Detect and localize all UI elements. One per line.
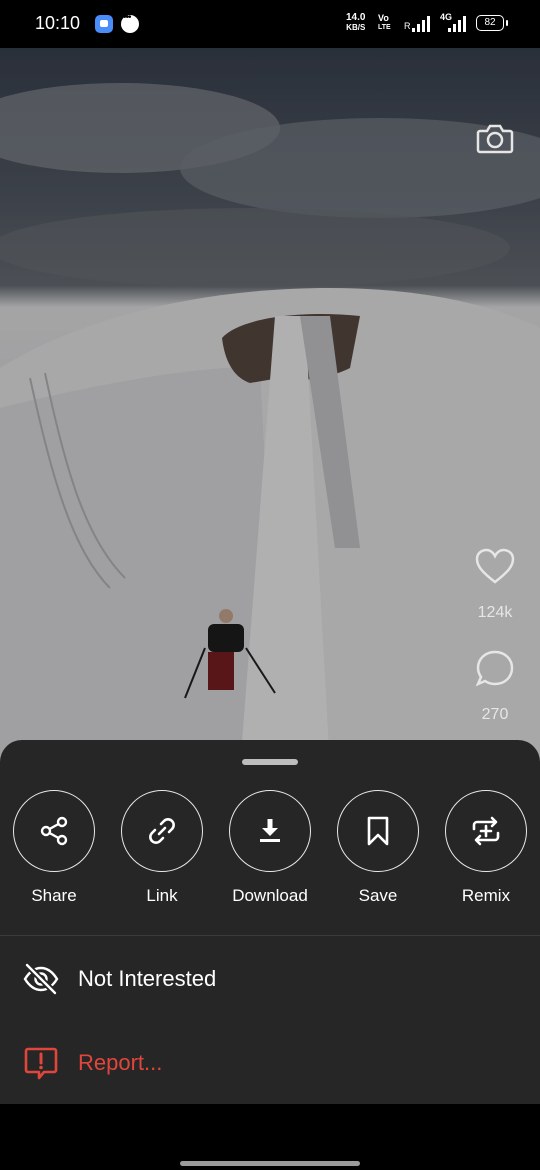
sheet-drag-handle[interactable] xyxy=(242,759,298,765)
network-speed-unit: KB/S xyxy=(346,23,366,32)
not-interested-option[interactable]: Not Interested xyxy=(0,948,540,1008)
chat-notification-icon xyxy=(121,12,139,33)
navigation-bar xyxy=(0,1104,540,1170)
download-label: Download xyxy=(232,886,308,905)
signal-icon-2 xyxy=(448,14,470,32)
share-icon xyxy=(40,816,68,846)
download-circle[interactable] xyxy=(229,790,311,872)
report-option[interactable]: Report... xyxy=(0,1032,540,1092)
remix-button[interactable]: Remix xyxy=(436,790,536,906)
volte-top: Vo xyxy=(378,13,389,23)
volte-indicator: Vo LTE xyxy=(378,14,391,32)
comment-bubble-icon[interactable] xyxy=(474,648,516,690)
link-icon xyxy=(149,818,175,844)
camera-icon[interactable] xyxy=(475,118,515,158)
video-player[interactable]: 124k 270 xyxy=(0,48,540,768)
link-button[interactable]: Link xyxy=(112,790,212,906)
volte-bottom: LTE xyxy=(378,24,391,31)
eye-slash-icon xyxy=(23,962,59,996)
remix-label: Remix xyxy=(461,886,511,905)
network-speed-value: 14.0 xyxy=(346,12,366,23)
save-label: Save xyxy=(358,886,398,905)
options-bottom-sheet: Share Link Download Save Remix Not Inter… xyxy=(0,740,540,1104)
status-time: 10:10 xyxy=(35,13,81,33)
download-icon xyxy=(260,819,280,842)
remix-icon xyxy=(472,816,500,846)
bookmark-icon xyxy=(367,816,389,846)
battery-icon: 82 xyxy=(476,15,508,31)
sheet-divider xyxy=(0,935,540,936)
messages-notification-icon xyxy=(95,15,113,33)
share-label: Share xyxy=(31,886,77,905)
share-button[interactable]: Share xyxy=(4,790,104,906)
roaming-indicator: R xyxy=(404,21,411,31)
remix-circle[interactable] xyxy=(445,790,527,872)
status-bar: 10:10 14.0 KB/S Vo LTE R 4G 82 xyxy=(0,0,540,48)
report-icon xyxy=(24,1047,58,1080)
home-indicator[interactable] xyxy=(180,1161,360,1166)
save-circle[interactable] xyxy=(337,790,419,872)
like-count: 124k xyxy=(477,604,513,621)
like-heart-icon[interactable] xyxy=(474,546,516,588)
report-label: Report... xyxy=(78,1050,163,1075)
share-circle[interactable] xyxy=(13,790,95,872)
download-button[interactable]: Download xyxy=(220,790,320,906)
comment-count: 270 xyxy=(481,706,509,723)
save-button[interactable]: Save xyxy=(328,790,428,906)
link-circle[interactable] xyxy=(121,790,203,872)
not-interested-label: Not Interested xyxy=(78,966,217,991)
network-speed: 14.0 KB/S xyxy=(346,13,365,33)
signal-icon-1 xyxy=(412,14,434,32)
link-label: Link xyxy=(146,886,178,905)
video-dim-overlay xyxy=(0,48,540,768)
